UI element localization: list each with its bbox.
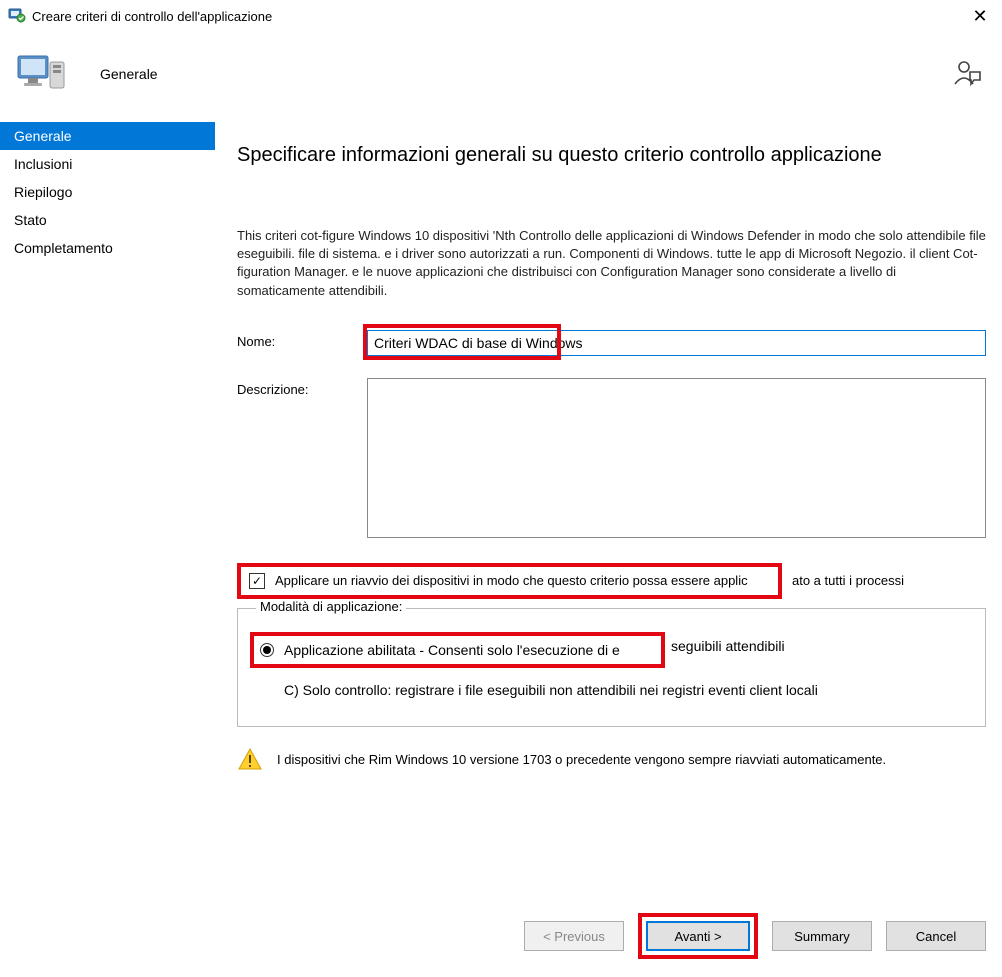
warning-row: I dispositivi che Rim Windows 10 version… — [237, 747, 986, 773]
description-input[interactable] — [367, 378, 986, 538]
radio-icon — [260, 643, 274, 657]
sidebar-item-stato[interactable]: Stato — [0, 206, 215, 234]
radio-enforcement-enabled[interactable]: Applicazione abilitata - Consenti solo l… — [250, 632, 665, 668]
sidebar-item-inclusioni[interactable]: Inclusioni — [0, 150, 215, 178]
warning-icon — [237, 747, 263, 773]
sidebar-item-label: Completamento — [14, 240, 113, 256]
sidebar-item-label: Generale — [14, 128, 72, 144]
enforcement-mode-fieldset: Modalità di applicazione: Applicazione a… — [237, 608, 986, 727]
checkbox-label: Applicare un riavvio dei dispositivi in … — [275, 573, 748, 588]
titlebar: Creare criteri di controllo dell'applica… — [0, 0, 1002, 32]
next-button[interactable]: Avanti > — [646, 921, 750, 951]
description-label: Descrizione: — [237, 378, 367, 397]
enforce-restart-checkbox[interactable]: ✓ Applicare un riavvio dei dispositivi i… — [237, 563, 782, 599]
header-band: Generale — [0, 32, 1002, 122]
main-heading: Specificare informazioni generali su que… — [237, 144, 986, 167]
radio-label: C) Solo controllo: registrare i file ese… — [284, 682, 818, 698]
checkbox-label-tail: ato a tutti i processi — [792, 573, 904, 588]
button-bar: < Previous Avanti > Summary Cancel — [524, 913, 986, 959]
sidebar-item-completamento[interactable]: Completamento — [0, 234, 215, 262]
page-title: Generale — [100, 66, 950, 82]
wizard-sidebar: Generale Inclusioni Riepilogo Stato Comp… — [0, 122, 215, 977]
intro-text: This criteri cot-figure Windows 10 dispo… — [237, 227, 986, 300]
sidebar-item-label: Stato — [14, 212, 47, 228]
previous-button: < Previous — [524, 921, 624, 951]
description-row: Descrizione: — [237, 378, 986, 541]
app-icon — [8, 6, 26, 27]
radio-label: Applicazione abilitata - Consenti solo l… — [284, 642, 620, 658]
name-input[interactable] — [367, 330, 986, 356]
window-title: Creare criteri di controllo dell'applica… — [32, 9, 968, 24]
fieldset-legend: Modalità di applicazione: — [256, 599, 406, 614]
summary-button[interactable]: Summary — [772, 921, 872, 951]
sidebar-item-generale[interactable]: Generale — [0, 122, 215, 150]
close-icon[interactable]: ✕ — [968, 6, 992, 27]
highlight-box: Avanti > — [638, 913, 758, 959]
main-panel: Specificare informazioni generali su que… — [215, 122, 1002, 977]
sidebar-item-riepilogo[interactable]: Riepilogo — [0, 178, 215, 206]
radio-label-tail: seguibili attendibili — [671, 638, 785, 654]
name-label: Nome: — [237, 330, 367, 349]
sidebar-item-label: Riepilogo — [14, 184, 72, 200]
warning-text: I dispositivi che Rim Windows 10 version… — [277, 752, 886, 767]
name-row: Nome: — [237, 330, 986, 356]
computer-icon — [14, 46, 70, 102]
cancel-button[interactable]: Cancel — [886, 921, 986, 951]
checkbox-icon: ✓ — [249, 573, 265, 589]
sidebar-item-label: Inclusioni — [14, 156, 72, 172]
feedback-icon[interactable] — [950, 58, 982, 90]
radio-icon — [260, 683, 274, 697]
radio-audit-only[interactable]: C) Solo controllo: registrare i file ese… — [260, 682, 967, 698]
